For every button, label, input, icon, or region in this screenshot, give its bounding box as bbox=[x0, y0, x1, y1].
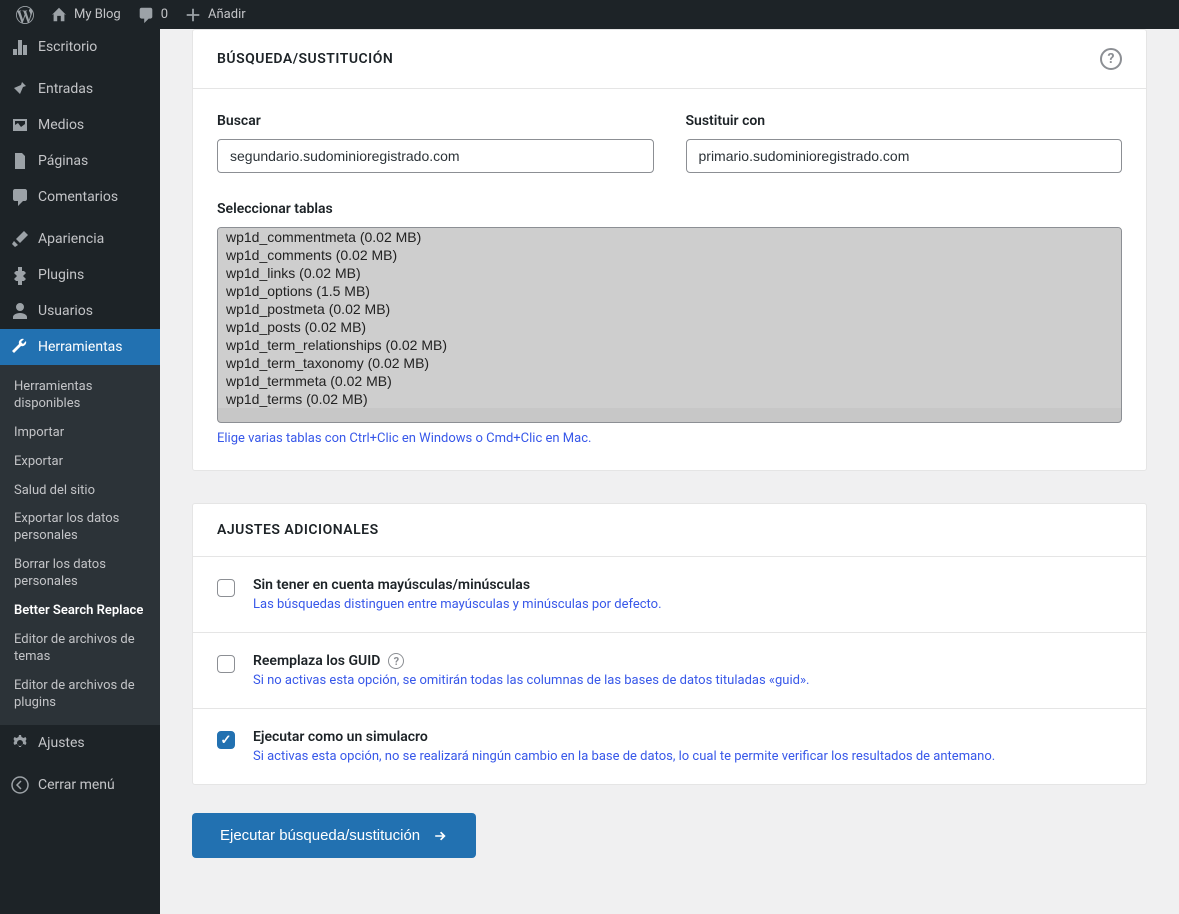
setting-title: Sin tener en cuenta mayúsculas/minúscula… bbox=[253, 577, 662, 593]
collapse-icon bbox=[10, 775, 30, 795]
admin-sidebar: Escritorio Entradas Medios Páginas Comen… bbox=[0, 29, 160, 914]
search-replace-panel: BÚSQUEDA/SUSTITUCIÓN ? Buscar Sustituir … bbox=[192, 29, 1147, 471]
table-option[interactable]: wp1d_termmeta (0.02 MB) bbox=[218, 372, 1121, 390]
tables-label: Seleccionar tablas bbox=[217, 201, 1122, 217]
setting-title: Ejecutar como un simulacro bbox=[253, 729, 995, 745]
menu-settings[interactable]: Ajustes bbox=[0, 725, 160, 761]
submenu-site-health[interactable]: Salud del sitio bbox=[0, 477, 160, 506]
arrow-right-icon bbox=[432, 828, 448, 844]
run-search-replace-button[interactable]: Ejecutar búsqueda/sustitución bbox=[192, 813, 476, 858]
help-icon[interactable]: ? bbox=[1100, 48, 1122, 70]
settings-icon bbox=[10, 733, 30, 753]
wp-logo[interactable] bbox=[8, 0, 42, 29]
pin-icon bbox=[10, 79, 30, 99]
wordpress-icon bbox=[16, 6, 34, 24]
home-icon bbox=[50, 6, 68, 24]
table-option[interactable]: wp1d_term_taxonomy (0.02 MB) bbox=[218, 354, 1121, 372]
search-label: Buscar bbox=[217, 113, 654, 129]
comments-count: 0 bbox=[161, 7, 168, 22]
plus-icon bbox=[184, 6, 202, 24]
submenu-import[interactable]: Importar bbox=[0, 419, 160, 448]
tools-submenu: Herramientas disponibles Importar Export… bbox=[0, 365, 160, 725]
wrench-icon bbox=[10, 337, 30, 357]
submenu-export[interactable]: Exportar bbox=[0, 448, 160, 477]
setting-checkbox[interactable] bbox=[217, 655, 235, 673]
menu-dashboard[interactable]: Escritorio bbox=[0, 29, 160, 65]
info-icon[interactable]: ? bbox=[388, 653, 404, 669]
user-icon bbox=[10, 301, 30, 321]
setting-checkbox[interactable] bbox=[217, 731, 235, 749]
comments-link[interactable]: 0 bbox=[129, 0, 176, 29]
submenu-better-search-replace[interactable]: Better Search Replace bbox=[0, 597, 160, 626]
search-input[interactable] bbox=[217, 139, 654, 173]
add-new[interactable]: Añadir bbox=[176, 0, 254, 29]
replace-input[interactable] bbox=[686, 139, 1123, 173]
table-option[interactable]: wp1d_terms (0.02 MB) bbox=[218, 390, 1121, 408]
table-option[interactable]: wp1d_term_relationships (0.02 MB) bbox=[218, 336, 1121, 354]
setting-desc: Si no activas esta opción, se omitirán t… bbox=[253, 673, 809, 688]
submenu-plugin-editor[interactable]: Editor de archivos de plugins bbox=[0, 672, 160, 718]
menu-users[interactable]: Usuarios bbox=[0, 293, 160, 329]
admin-topbar: My Blog 0 Añadir bbox=[0, 0, 1179, 29]
menu-plugins[interactable]: Plugins bbox=[0, 257, 160, 293]
page-icon bbox=[10, 151, 30, 171]
submenu-export-personal[interactable]: Exportar los datos personales bbox=[0, 505, 160, 551]
setting-title: Reemplaza los GUID? bbox=[253, 653, 809, 669]
menu-comments[interactable]: Comentarios bbox=[0, 179, 160, 215]
menu-tools[interactable]: Herramientas bbox=[0, 329, 160, 365]
menu-collapse[interactable]: Cerrar menú bbox=[0, 767, 160, 803]
comment-icon bbox=[10, 187, 30, 207]
setting-desc: Si activas esta opción, no se realizará … bbox=[253, 749, 995, 764]
media-icon bbox=[10, 115, 30, 135]
replace-label: Sustituir con bbox=[686, 113, 1123, 129]
setting-desc: Las búsquedas distinguen entre mayúscula… bbox=[253, 597, 662, 612]
settings-panel-title: AJUSTES ADICIONALES bbox=[217, 522, 379, 538]
table-option[interactable]: wp1d_postmeta (0.02 MB) bbox=[218, 300, 1121, 318]
table-option[interactable]: wp1d_commentmeta (0.02 MB) bbox=[218, 228, 1121, 246]
table-option[interactable]: wp1d_links (0.02 MB) bbox=[218, 264, 1121, 282]
setting-row: Ejecutar como un simulacro Si activas est… bbox=[193, 708, 1146, 784]
setting-checkbox[interactable] bbox=[217, 579, 235, 597]
add-label: Añadir bbox=[208, 7, 246, 22]
site-name: My Blog bbox=[74, 7, 121, 22]
submenu-theme-editor[interactable]: Editor de archivos de temas bbox=[0, 626, 160, 672]
menu-appearance[interactable]: Apariencia bbox=[0, 221, 160, 257]
comment-icon bbox=[137, 6, 155, 24]
additional-settings-panel: AJUSTES ADICIONALES Sin tener en cuenta … bbox=[192, 503, 1147, 785]
tables-hint: Elige varias tablas con Ctrl+Clic en Win… bbox=[217, 431, 1122, 446]
table-option[interactable]: wp1d_options (1.5 MB) bbox=[218, 282, 1121, 300]
menu-posts[interactable]: Entradas bbox=[0, 71, 160, 107]
main-content: BÚSQUEDA/SUSTITUCIÓN ? Buscar Sustituir … bbox=[160, 29, 1179, 914]
run-button-label: Ejecutar búsqueda/sustitución bbox=[220, 827, 420, 844]
setting-row: Reemplaza los GUID? Si no activas esta op… bbox=[193, 632, 1146, 708]
brush-icon bbox=[10, 229, 30, 249]
submenu-erase-personal[interactable]: Borrar los datos personales bbox=[0, 551, 160, 597]
menu-pages[interactable]: Páginas bbox=[0, 143, 160, 179]
menu-media[interactable]: Medios bbox=[0, 107, 160, 143]
dashboard-icon bbox=[10, 37, 30, 57]
table-option[interactable]: wp1d_comments (0.02 MB) bbox=[218, 246, 1121, 264]
table-option[interactable]: wp1d_posts (0.02 MB) bbox=[218, 318, 1121, 336]
tables-select[interactable]: wp1d_commentmeta (0.02 MB)wp1d_comments … bbox=[217, 227, 1122, 423]
search-panel-title: BÚSQUEDA/SUSTITUCIÓN bbox=[217, 51, 393, 67]
site-link[interactable]: My Blog bbox=[42, 0, 129, 29]
setting-row: Sin tener en cuenta mayúsculas/minúscula… bbox=[193, 557, 1146, 632]
submenu-available-tools[interactable]: Herramientas disponibles bbox=[0, 373, 160, 419]
plugin-icon bbox=[10, 265, 30, 285]
